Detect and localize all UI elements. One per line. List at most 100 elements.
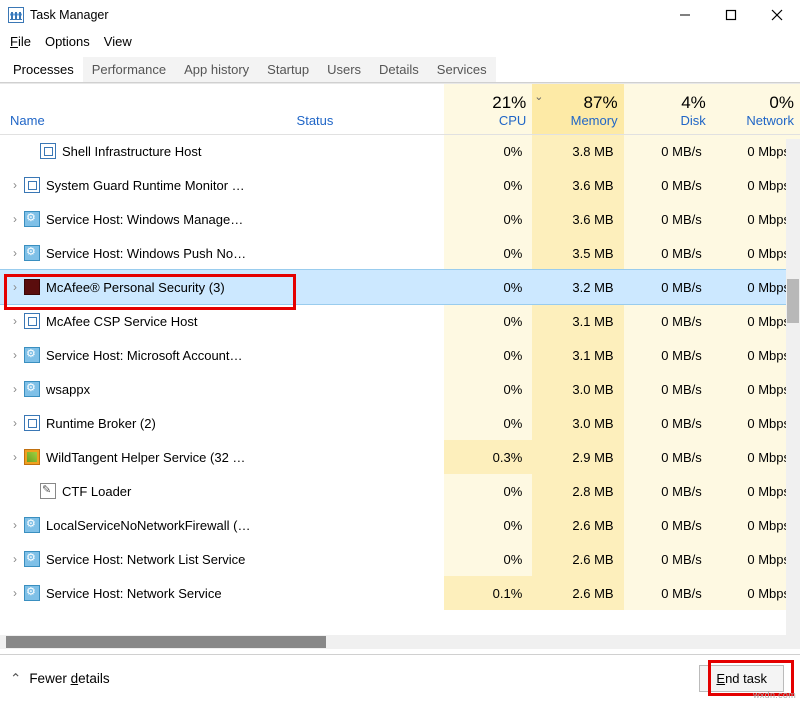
expand-icon[interactable]: › — [8, 246, 22, 260]
sort-indicator-icon: ⌄ — [534, 90, 543, 103]
titlebar: Task Manager — [0, 0, 800, 30]
col-header-memory[interactable]: ⌄ 87% Memory — [532, 84, 623, 134]
table-row[interactable]: ›wsappx0%3.0 MB0 MB/s0 Mbps — [0, 372, 800, 406]
menu-file[interactable]: File — [10, 34, 31, 49]
box-icon — [40, 143, 56, 159]
expand-icon[interactable]: › — [8, 280, 22, 294]
table-row[interactable]: Shell Infrastructure Host0%3.8 MB0 MB/s0… — [0, 134, 800, 168]
disk-cell: 0 MB/s — [624, 270, 712, 304]
process-name: WildTangent Helper Service (32 … — [46, 450, 245, 465]
process-name: Service Host: Network Service — [46, 586, 222, 601]
cpu-cell: 0% — [444, 236, 532, 270]
tab-startup[interactable]: Startup — [258, 57, 318, 82]
memory-cell: 3.0 MB — [532, 372, 623, 406]
vertical-scrollbar[interactable] — [786, 139, 800, 649]
close-button[interactable] — [754, 0, 800, 30]
process-name-cell[interactable]: › Service Host: Network List Service — [0, 542, 291, 576]
ctf-icon — [40, 483, 56, 499]
process-name-cell[interactable]: › Service Host: Network Service — [0, 576, 291, 610]
tab-apphistory[interactable]: App history — [175, 57, 258, 82]
table-row[interactable]: ›System Guard Runtime Monitor …0%3.6 MB0… — [0, 168, 800, 202]
tab-services[interactable]: Services — [428, 57, 496, 82]
gear-icon — [24, 381, 40, 397]
tabs: Processes Performance App history Startu… — [0, 55, 800, 83]
process-name: System Guard Runtime Monitor … — [46, 178, 245, 193]
process-name-cell[interactable]: ›Runtime Broker (2) — [0, 406, 291, 440]
expand-icon[interactable]: › — [8, 348, 22, 362]
tab-processes[interactable]: Processes — [4, 57, 83, 82]
cpu-cell: 0% — [444, 304, 532, 338]
process-name: Service Host: Microsoft Account… — [46, 348, 243, 363]
process-name-cell[interactable]: ›McAfee CSP Service Host — [0, 304, 291, 338]
col-header-status[interactable]: Status — [291, 84, 445, 134]
tab-performance[interactable]: Performance — [83, 57, 175, 82]
process-name-cell[interactable]: ›Service Host: Windows Push No… — [0, 236, 291, 270]
col-header-cpu[interactable]: 21% CPU — [444, 84, 532, 134]
expand-icon[interactable]: › — [8, 212, 22, 226]
table-row[interactable]: ›Service Host: Microsoft Account…0%3.1 M… — [0, 338, 800, 372]
expand-icon[interactable]: › — [8, 450, 22, 464]
col-header-network[interactable]: 0% Network — [712, 84, 800, 134]
table-row[interactable]: ›Service Host: Windows Push No…0%3.5 MB0… — [0, 236, 800, 270]
process-name-cell[interactable]: CTF Loader — [0, 474, 291, 508]
process-table: Name Status 21% CPU ⌄ 87% Memory 4% Disk… — [0, 84, 800, 611]
process-name-cell[interactable]: Shell Infrastructure Host — [0, 134, 291, 168]
minimize-button[interactable] — [662, 0, 708, 30]
menu-view[interactable]: View — [104, 34, 132, 49]
tab-details[interactable]: Details — [370, 57, 428, 82]
disk-cell: 0 MB/s — [624, 202, 712, 236]
gear-icon — [24, 551, 40, 567]
maximize-button[interactable] — [708, 0, 754, 30]
expand-icon[interactable]: › — [8, 382, 22, 396]
col-header-name[interactable]: Name — [0, 84, 291, 134]
end-task-button[interactable]: End task — [699, 665, 784, 692]
process-name-cell[interactable]: › Service Host: Microsoft Account… — [0, 338, 291, 372]
tab-users[interactable]: Users — [318, 57, 370, 82]
memory-cell: 3.1 MB — [532, 304, 623, 338]
disk-cell: 0 MB/s — [624, 372, 712, 406]
process-name-cell[interactable]: › System Guard Runtime Monitor … — [0, 168, 291, 202]
status-cell — [291, 372, 445, 406]
table-row[interactable]: ›McAfee® Personal Security (3)0%3.2 MB0 … — [0, 270, 800, 304]
table-row[interactable]: ›Service Host: Network Service0.1%2.6 MB… — [0, 576, 800, 610]
status-cell — [291, 270, 445, 304]
disk-cell: 0 MB/s — [624, 440, 712, 474]
horizontal-scroll-thumb[interactable] — [6, 636, 326, 648]
table-row[interactable]: ›WildTangent Helper Service (32 …0.3%2.9… — [0, 440, 800, 474]
status-cell — [291, 168, 445, 202]
menu-options[interactable]: Options — [45, 34, 90, 49]
memory-cell: 3.5 MB — [532, 236, 623, 270]
expand-icon[interactable]: › — [8, 416, 22, 430]
process-name: CTF Loader — [62, 484, 131, 499]
process-name: Service Host: Network List Service — [46, 552, 245, 567]
memory-cell: 2.6 MB — [532, 542, 623, 576]
status-cell — [291, 542, 445, 576]
disk-cell: 0 MB/s — [624, 542, 712, 576]
expand-icon[interactable]: › — [8, 518, 22, 532]
table-row[interactable]: CTF Loader0%2.8 MB0 MB/s0 Mbps — [0, 474, 800, 508]
fewer-details-toggle[interactable]: ⌃ Fewer details — [10, 671, 110, 687]
process-name-cell[interactable]: ›Service Host: Windows Manage… — [0, 202, 291, 236]
mcafee-icon — [24, 279, 40, 295]
process-name-cell[interactable]: ›McAfee® Personal Security (3) — [0, 270, 291, 304]
gear-icon — [24, 517, 40, 533]
gear-icon — [24, 347, 40, 363]
cpu-cell: 0% — [444, 406, 532, 440]
table-row[interactable]: ›Service Host: Windows Manage…0%3.6 MB0 … — [0, 202, 800, 236]
box-icon — [24, 313, 40, 329]
expand-icon[interactable]: › — [8, 586, 22, 600]
col-header-disk[interactable]: 4% Disk — [624, 84, 712, 134]
expand-icon[interactable]: › — [8, 552, 22, 566]
expand-icon[interactable]: › — [8, 314, 22, 328]
table-row[interactable]: ›McAfee CSP Service Host0%3.1 MB0 MB/s0 … — [0, 304, 800, 338]
table-row[interactable]: ›Runtime Broker (2)0%3.0 MB0 MB/s0 Mbps — [0, 406, 800, 440]
process-name-cell[interactable]: › WildTangent Helper Service (32 … — [0, 440, 291, 474]
process-name-cell[interactable]: ›LocalServiceNoNetworkFirewall (… — [0, 508, 291, 542]
vertical-scroll-thumb[interactable] — [787, 279, 799, 323]
table-row[interactable]: ›LocalServiceNoNetworkFirewall (…0%2.6 M… — [0, 508, 800, 542]
expand-icon[interactable]: › — [8, 178, 22, 192]
process-name-cell[interactable]: ›wsappx — [0, 372, 291, 406]
chevron-up-icon: ⌃ — [10, 671, 21, 687]
horizontal-scrollbar[interactable] — [0, 635, 786, 649]
table-row[interactable]: ›Service Host: Network List Service0%2.6… — [0, 542, 800, 576]
